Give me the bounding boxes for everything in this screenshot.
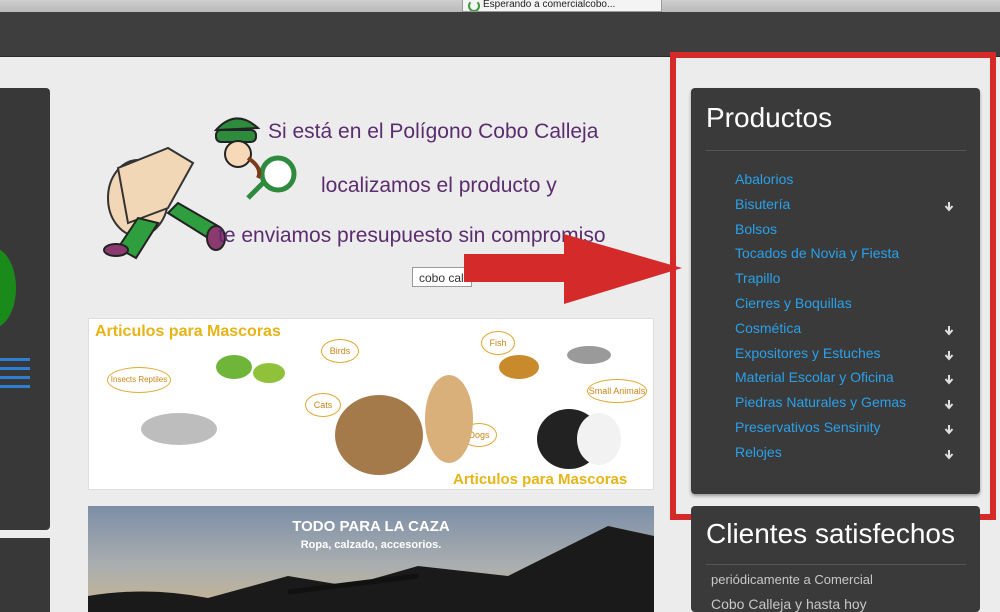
left-green-logo xyxy=(0,248,16,328)
clients-sidebar: Clientes satisfechos periódicamente a Co… xyxy=(691,506,980,612)
promo-line-2: localizamos el producto y xyxy=(321,174,557,197)
clients-divider xyxy=(706,564,966,565)
clients-text-1: periódicamente a Comercial xyxy=(711,572,873,587)
left-sidebar-panel xyxy=(0,88,50,530)
pets-banner[interactable]: Articulos para Mascoras Articulos para M… xyxy=(88,318,654,490)
pets-illustrations xyxy=(141,346,621,475)
browser-tab[interactable]: Esperando a comercialcobo... xyxy=(462,0,662,12)
red-arrow-annotation xyxy=(464,234,682,304)
red-highlight-box xyxy=(670,52,996,520)
clients-title: Clientes satisfechos xyxy=(706,518,956,549)
promo-line-1: Si está en el Polígono Cobo Calleja xyxy=(268,120,599,143)
left-blue-lines xyxy=(0,358,30,394)
loading-spinner-icon xyxy=(468,0,480,11)
browser-tab-title: Esperando a comercialcobo... xyxy=(483,0,616,10)
hunting-silhouette xyxy=(88,526,654,612)
hunting-banner[interactable]: TODO PARA LA CAZA Ropa, calzado, accesor… xyxy=(88,506,654,612)
clients-text-2: Cobo Calleja y hasta hoy xyxy=(711,596,867,612)
site-top-bar xyxy=(0,12,1000,57)
search-input[interactable]: cobo cal xyxy=(412,267,472,287)
left-sidebar-panel-lower xyxy=(0,538,50,612)
